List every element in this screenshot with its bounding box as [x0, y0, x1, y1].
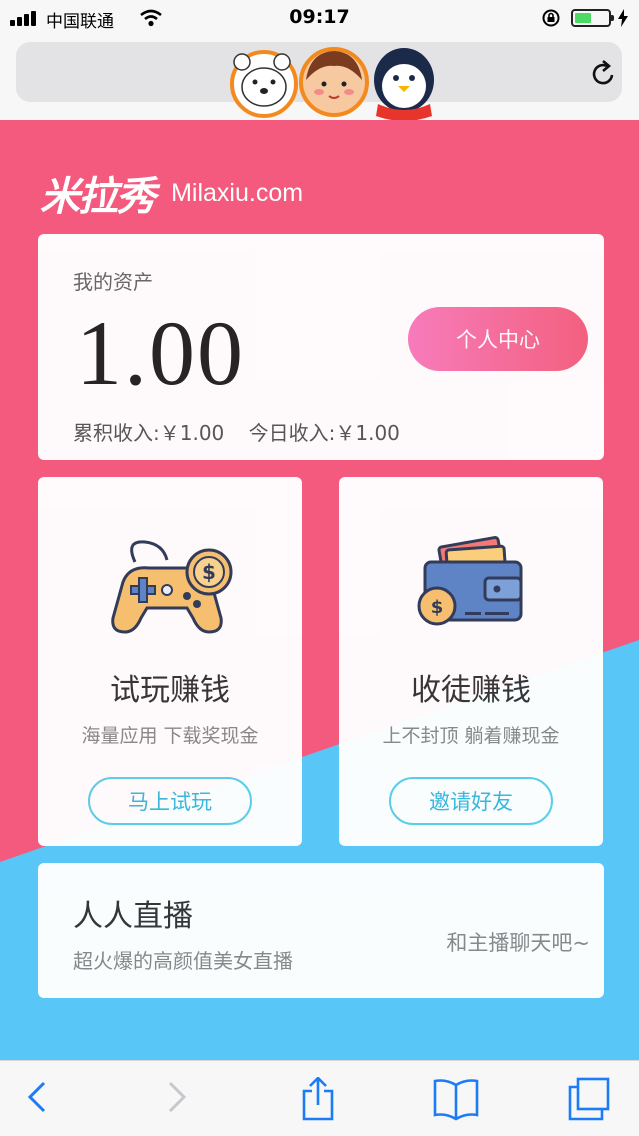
svg-text:$: $: [431, 597, 444, 618]
gamepad-coin-icon: $: [111, 540, 233, 634]
tabs-icon[interactable]: [566, 1077, 612, 1124]
forward-icon[interactable]: [166, 1077, 190, 1120]
live-title: 人人直播: [73, 899, 193, 934]
main-content: 米拉秀 Milaxiu.com 我的资产 1.00 个人中心 累积收入:￥1.0…: [0, 120, 639, 1060]
today-income: 今日收入:￥1.00: [248, 421, 400, 445]
asset-card: 我的资产 1.00 个人中心 累积收入:￥1.00 今日收入:￥1.00: [38, 234, 604, 460]
reload-icon[interactable]: [590, 58, 618, 88]
trial-play-card[interactable]: $ 试玩赚钱 海量应用 下载奖现金 马上试玩: [38, 477, 302, 846]
live-subtitle: 超火爆的高颜值美女直播: [73, 949, 293, 973]
task-title: 试玩赚钱: [110, 673, 230, 708]
asset-value: 1.00: [76, 302, 245, 404]
brand-domain: Milaxiu.com: [171, 178, 304, 207]
task-subtitle: 上不封顶 躺着赚现金: [382, 725, 560, 747]
svg-text:$: $: [202, 560, 216, 584]
wallet-coin-icon: $: [417, 536, 523, 626]
browser-bar: [0, 36, 639, 121]
live-stream-card[interactable]: 人人直播 超火爆的高颜值美女直播 和主播聊天吧~: [38, 863, 604, 998]
personal-center-button[interactable]: 个人中心: [408, 307, 588, 371]
income-summary: 累积收入:￥1.00 今日收入:￥1.00: [73, 417, 400, 446]
charging-icon: [618, 9, 628, 27]
task-title: 收徒赚钱: [411, 673, 531, 708]
total-income: 累积收入:￥1.00: [73, 421, 225, 445]
mascot-banner-icon: [230, 47, 434, 121]
recruit-card[interactable]: $ 收徒赚钱 上不封顶 躺着赚现金 邀请好友: [339, 477, 603, 846]
chat-with-host-link[interactable]: 和主播聊天吧~: [446, 927, 590, 957]
status-bar: 中国联通 09:17: [0, 0, 639, 36]
try-now-button[interactable]: 马上试玩: [88, 777, 252, 825]
brand-header: 米拉秀 Milaxiu.com: [40, 164, 304, 220]
task-subtitle: 海量应用 下载奖现金: [81, 725, 259, 747]
share-icon[interactable]: [298, 1076, 338, 1124]
browser-toolbar: [0, 1060, 639, 1136]
back-icon[interactable]: [24, 1077, 48, 1120]
bookmarks-icon[interactable]: [432, 1077, 480, 1124]
battery-icon: [571, 9, 614, 27]
orientation-lock-icon: [542, 9, 560, 27]
asset-label: 我的资产: [73, 270, 153, 294]
invite-friends-button[interactable]: 邀请好友: [389, 777, 553, 825]
brand-logo: 米拉秀: [40, 174, 156, 220]
